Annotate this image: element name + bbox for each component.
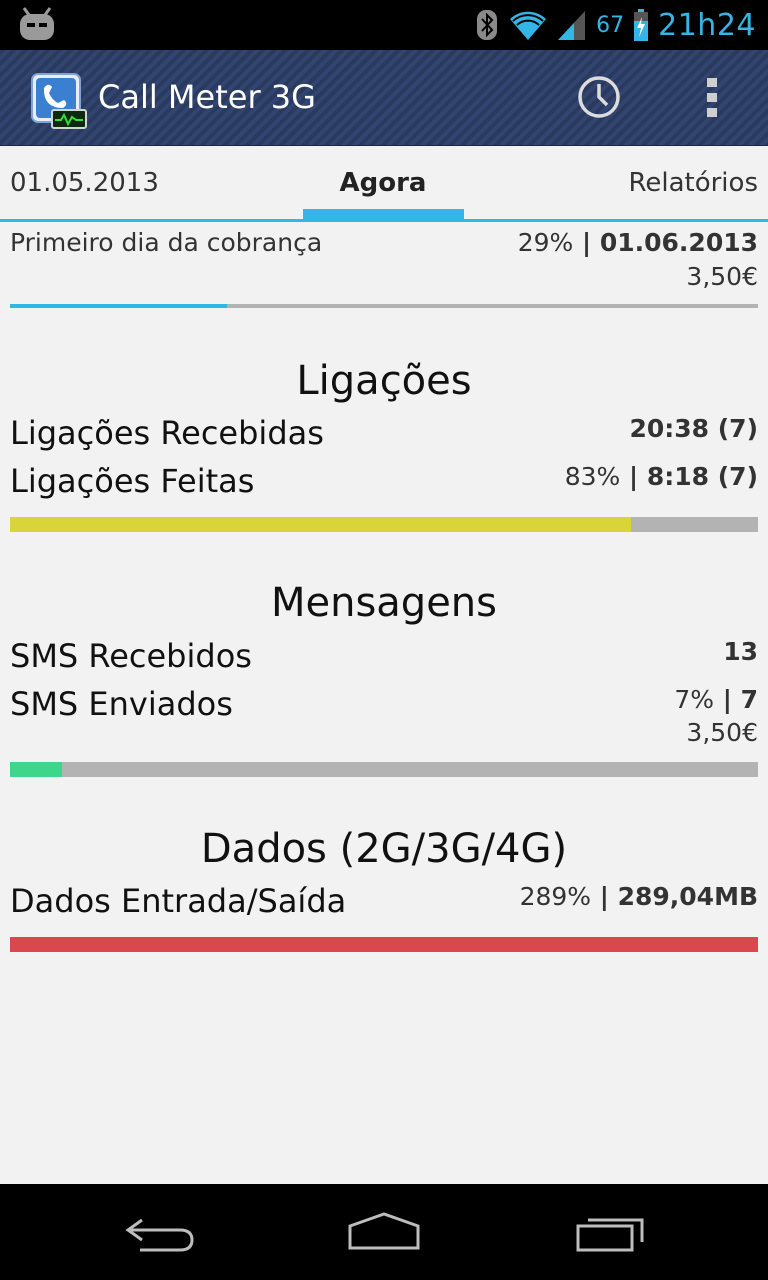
tab-strip: 01.05.2013 Agora Relatórios [0,146,768,222]
data-usage-label: Dados Entrada/Saída [10,882,347,920]
data-progress-bar [10,937,758,952]
wifi-icon [510,11,547,40]
billing-progress-bar [10,304,758,308]
data-usage-separator: | [591,882,618,911]
calls-made-separator: | [620,462,647,491]
data-progress-fill [10,937,758,952]
calls-section-title: Ligações [296,358,472,404]
calls-received-value: 20:38 (7) [629,414,758,443]
sms-received-label: SMS Recebidos [10,637,252,675]
data-usage-value: 289% | 289,04MB [520,882,758,911]
tab-previous-period[interactable]: 01.05.2013 [10,168,159,198]
tab-now[interactable]: Agora [303,168,463,198]
signal-icon [558,11,586,40]
calls-made-duration: 8:18 (7) [646,462,758,491]
clock-icon[interactable] [574,72,624,122]
navigation-bar [0,1184,768,1280]
sms-received-value: 13 [723,637,758,666]
billing-percent: 29% [517,228,574,257]
calls-progress-bar [10,517,758,532]
messages-progress-fill [10,762,63,777]
billing-cost: 3,50€ [686,262,758,291]
messages-progress-bar [10,762,758,777]
back-icon[interactable] [120,1210,200,1256]
home-icon[interactable] [344,1210,424,1256]
cyanogenmod-android-icon [20,7,54,40]
tab-indicator [303,209,464,219]
sms-sent-value: 7% | 7 [674,685,758,714]
tab-reports[interactable]: Relatórios [628,168,758,198]
billing-separator: | [573,228,600,257]
billing-label: Primeiro dia da cobrança [10,228,323,257]
sms-sent-percent: 7% [674,685,715,714]
clock-time: 21h24 [658,7,756,43]
battery-percent: 67 [596,12,625,38]
calls-made-label: Ligações Feitas [10,462,255,500]
calls-made-value: 83% | 8:18 (7) [565,462,758,491]
overflow-menu-icon[interactable] [690,72,734,122]
calls-made-percent: 83% [564,462,621,491]
status-bar: 67 21h24 [0,0,768,50]
sms-sent-count: 7 [740,685,758,714]
billing-progress-fill [10,304,227,308]
calls-received-label: Ligações Recebidas [10,414,324,452]
sms-sent-separator: | [714,685,741,714]
data-usage-amount: 289,04MB [617,882,758,911]
calls-progress-fill [10,517,631,532]
data-usage-percent: 289% [519,882,592,911]
bluetooth-icon [477,10,498,40]
billing-date: 01.06.2013 [599,228,758,257]
sms-sent-label: SMS Enviados [10,685,233,723]
recent-apps-icon[interactable] [572,1210,652,1256]
app-title: Call Meter 3G [98,78,316,116]
data-section-title: Dados (2G/3G/4G) [200,826,568,872]
billing-value: 29% | 01.06.2013 [518,228,758,257]
battery-charging-icon [634,9,649,41]
action-bar: Call Meter 3G [0,50,768,146]
sms-cost: 3,50€ [686,718,758,747]
messages-section-title: Mensagens [270,580,497,626]
call-meter-phone-icon [31,73,87,129]
